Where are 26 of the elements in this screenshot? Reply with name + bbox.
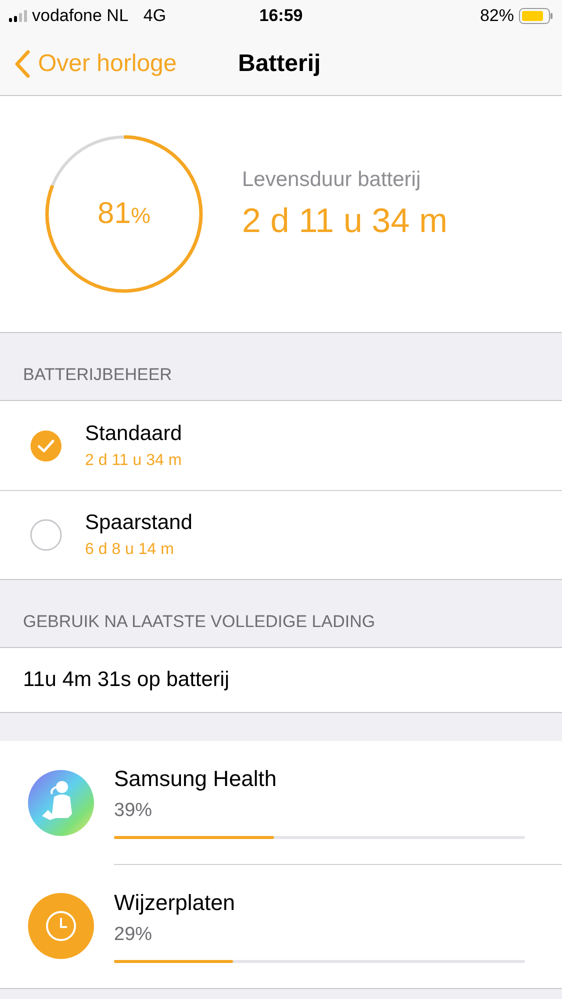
mode-name: Standaard <box>85 422 182 446</box>
clock-icon <box>28 893 94 959</box>
mode-option[interactable]: Standaard 2 d 11 u 34 m <box>0 401 562 490</box>
running-figure-icon <box>28 770 94 836</box>
app-name: Samsung Health <box>114 766 278 792</box>
battery-life-label: Levensduur batterij <box>242 168 422 192</box>
battery-icon <box>519 8 553 24</box>
mode-duration: 2 d 11 u 34 m <box>85 452 182 470</box>
app-usage-percent: 39% <box>114 800 154 822</box>
section-header: GEBRUIK NA LAATSTE VOLLEDIGE LADING <box>23 612 376 632</box>
battery-percent: 82% <box>480 6 514 26</box>
network-type: 4G <box>143 6 166 26</box>
app-name: Wijzerplaten <box>114 890 236 916</box>
carrier-name: vodafone NL <box>32 6 128 26</box>
mode-duration: 6 d 8 u 14 m <box>85 540 175 558</box>
mode-option[interactable]: Spaarstand 6 d 8 u 14 m <box>0 490 562 579</box>
battery-life-value: 2 d 11 u 34 m <box>242 202 448 240</box>
battery-percent-value: 81% <box>98 197 150 231</box>
section-header: BATTERIJBEHEER <box>23 365 172 385</box>
usage-total: 11u 4m 31s op batterij <box>23 668 230 692</box>
clock-time: 16:59 <box>259 6 303 26</box>
page-title: Batterij <box>238 50 321 78</box>
mode-name: Spaarstand <box>85 510 192 534</box>
app-usage-percent: 29% <box>114 924 154 946</box>
signal-icon <box>9 10 27 22</box>
chevron-left-icon <box>14 50 30 78</box>
